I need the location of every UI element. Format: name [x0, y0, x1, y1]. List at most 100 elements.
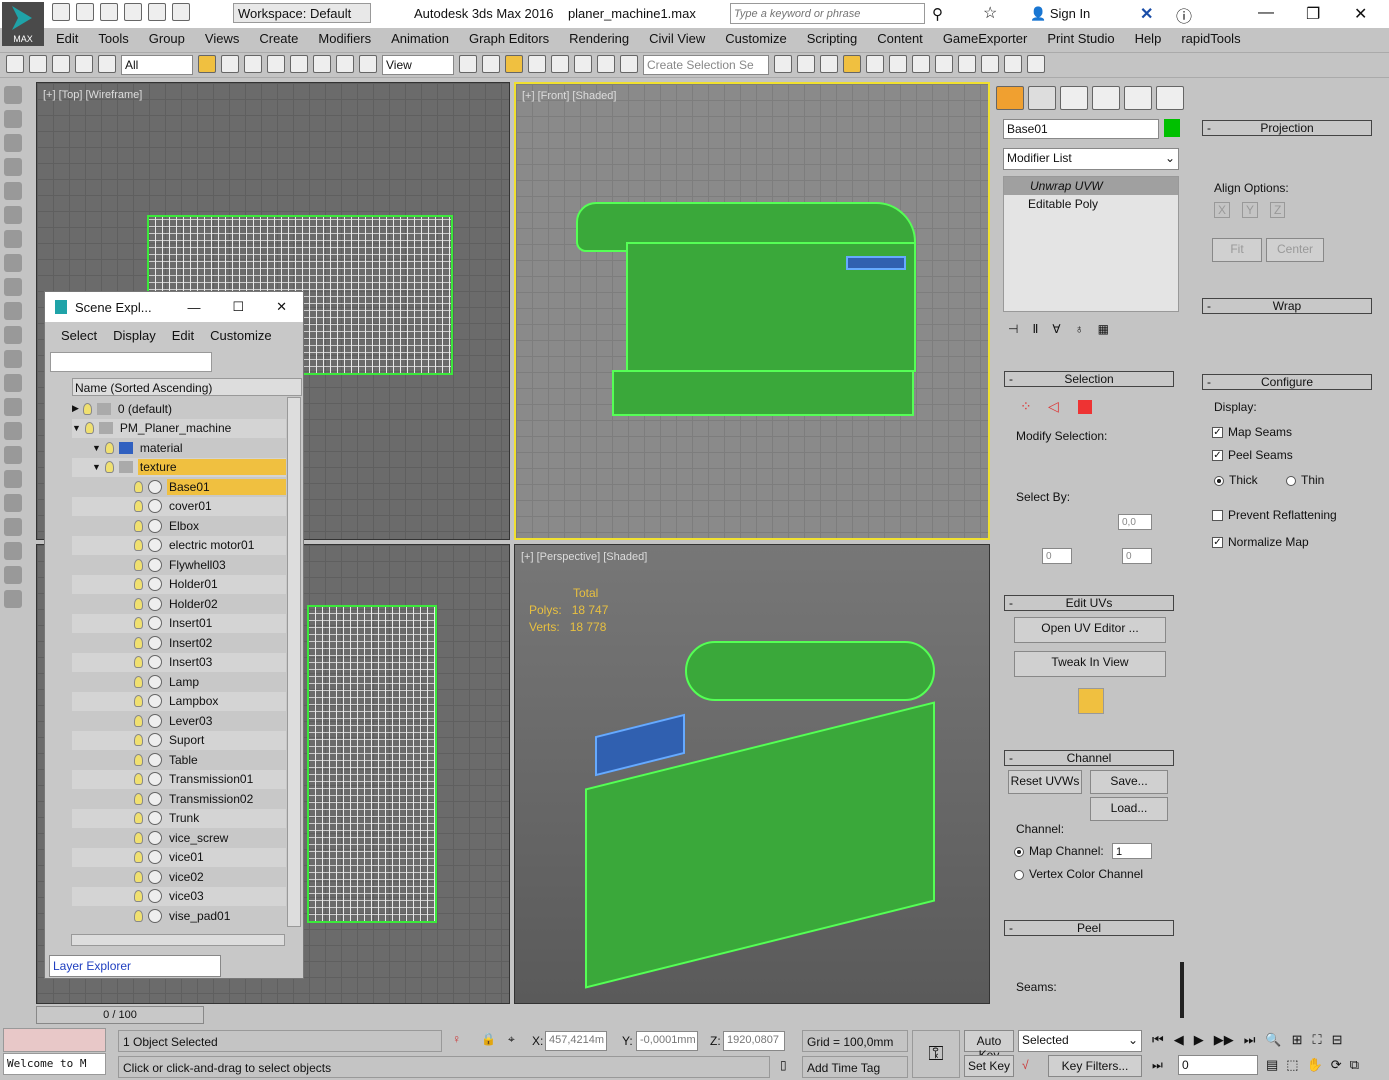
- play-icon[interactable]: ▶: [1194, 1032, 1204, 1048]
- menu-help[interactable]: Help: [1125, 28, 1172, 50]
- menu-rendering[interactable]: Rendering: [559, 28, 639, 50]
- zoom-icon[interactable]: 🔍: [1265, 1032, 1281, 1048]
- maximize-viewport-icon[interactable]: ⧉: [1350, 1057, 1359, 1073]
- help-search-input[interactable]: [730, 3, 925, 24]
- hierarchy-tab-icon[interactable]: [1060, 86, 1088, 110]
- menu-modifiers[interactable]: Modifiers: [308, 28, 381, 50]
- absolute-mode-icon[interactable]: ⌖: [508, 1032, 515, 1047]
- redo-icon[interactable]: [29, 55, 47, 73]
- visibility-bulb-icon[interactable]: [134, 617, 143, 629]
- visibility-bulb-icon[interactable]: [104, 441, 114, 454]
- rollout-selection-header[interactable]: Selection: [1004, 371, 1174, 387]
- add-time-tag-button[interactable]: Add Time Tag: [802, 1056, 908, 1078]
- scene-explorer-search-input[interactable]: [50, 352, 212, 372]
- scene-list-item[interactable]: Lampbox: [72, 691, 286, 711]
- undo-icon[interactable]: [124, 3, 142, 21]
- vertex-selection-icon[interactable]: ⁘: [1020, 398, 1032, 415]
- ring-spinner[interactable]: 0: [1122, 548, 1152, 564]
- center-button[interactable]: Center: [1266, 238, 1324, 262]
- visibility-bulb-icon[interactable]: [134, 558, 143, 571]
- scene-list-item[interactable]: Lamp: [72, 672, 286, 691]
- display-frozen-icon[interactable]: [4, 422, 22, 440]
- visibility-bulb-icon[interactable]: [82, 402, 92, 415]
- visibility-bulb-icon[interactable]: [134, 636, 143, 649]
- command-panel-scrollbar[interactable]: [1180, 962, 1184, 1018]
- scene-list-item[interactable]: Holder02: [72, 594, 286, 613]
- open-uv-editor-button[interactable]: Open UV Editor ...: [1014, 617, 1166, 643]
- angle-spinner[interactable]: 0,0: [1118, 514, 1152, 530]
- time-tag-icon[interactable]: ▯: [780, 1058, 787, 1072]
- previous-frame-icon[interactable]: ◀: [1174, 1032, 1184, 1048]
- scene-explorer-titlebar[interactable]: Scene Expl... — ☐ ✕: [45, 292, 303, 322]
- layer-manager-icon[interactable]: [820, 55, 838, 73]
- key-selection-dropdown[interactable]: Selected ⌄: [1018, 1030, 1142, 1052]
- vertex-color-channel-radio[interactable]: Vertex Color Channel: [1014, 867, 1143, 881]
- scene-list-item[interactable]: vice_screw: [72, 828, 286, 847]
- map-channel-radio[interactable]: Map Channel:: [1014, 844, 1104, 858]
- pivot-center-icon[interactable]: [459, 55, 477, 73]
- create-tab-icon[interactable]: [996, 86, 1024, 110]
- menu-customize[interactable]: Customize: [715, 28, 796, 50]
- scene-list-item[interactable]: cover01: [72, 496, 286, 516]
- display-layers-icon[interactable]: [4, 470, 22, 488]
- scene-menu-select[interactable]: Select: [61, 328, 97, 343]
- display-bones-icon[interactable]: [4, 350, 22, 368]
- menu-civil-view[interactable]: Civil View: [639, 28, 715, 50]
- visibility-bulb-icon[interactable]: [134, 870, 143, 883]
- menu-animation[interactable]: Animation: [381, 28, 459, 50]
- menu-group[interactable]: Group: [139, 28, 195, 50]
- menu-tools[interactable]: Tools: [88, 28, 138, 50]
- viewport-label[interactable]: [+] [Top] [Wireframe]: [43, 89, 142, 101]
- y-coordinate-input[interactable]: -0,0001mm: [636, 1031, 698, 1051]
- named-selection-set-dropdown[interactable]: Create Selection Se: [643, 55, 769, 75]
- display-none-icon[interactable]: [4, 86, 22, 104]
- menu-content[interactable]: Content: [867, 28, 933, 50]
- next-frame-icon[interactable]: ▶▶: [1214, 1032, 1234, 1048]
- redo-icon[interactable]: [148, 3, 166, 21]
- go-to-start-icon[interactable]: ⏮: [1152, 1032, 1164, 1048]
- save-button[interactable]: Save...: [1090, 770, 1168, 794]
- isolate-selection-icon[interactable]: ♀: [452, 1032, 461, 1046]
- visibility-bulb-icon[interactable]: [134, 597, 143, 610]
- help-icon[interactable]: ⓘ: [1176, 3, 1192, 27]
- display-tab-icon[interactable]: [1124, 86, 1152, 110]
- sync-selection-icon[interactable]: [4, 566, 22, 584]
- align-z-button[interactable]: Z: [1270, 202, 1286, 218]
- maxscript-listener-pink[interactable]: [3, 1028, 106, 1052]
- object-color-swatch[interactable]: [1164, 119, 1180, 137]
- curve-editor-icon[interactable]: [866, 55, 884, 73]
- display-cameras-icon[interactable]: [4, 230, 22, 248]
- scene-list-item[interactable]: Insert01: [72, 613, 286, 633]
- mirror-icon[interactable]: [774, 55, 792, 73]
- visibility-bulb-icon[interactable]: [134, 675, 143, 688]
- reset-uvws-button[interactable]: Reset UVWs: [1008, 770, 1082, 794]
- scene-list-item[interactable]: Holder01: [72, 574, 286, 594]
- selection-lock-icon[interactable]: 🔒: [481, 1032, 496, 1046]
- align-y-button[interactable]: Y: [1242, 202, 1259, 218]
- name-column-header[interactable]: Name (Sorted Ascending): [72, 378, 302, 396]
- go-to-end-icon[interactable]: ⏭: [1244, 1032, 1256, 1048]
- scene-list-item[interactable]: Lever03: [72, 711, 286, 730]
- close-button[interactable]: ✕: [1354, 4, 1367, 24]
- visibility-bulb-icon[interactable]: [134, 714, 143, 727]
- vertical-scrollbar[interactable]: [287, 397, 301, 927]
- scene-list-item[interactable]: Table: [72, 750, 286, 769]
- open-file-icon[interactable]: [76, 3, 94, 21]
- edge-selection-icon[interactable]: ◁: [1048, 398, 1059, 415]
- link-icon[interactable]: [52, 55, 70, 73]
- visibility-bulb-icon[interactable]: [134, 773, 143, 785]
- display-containers-icon[interactable]: [4, 374, 22, 392]
- loop-spinner[interactable]: 0: [1042, 548, 1072, 564]
- rollout-configure-header[interactable]: Configure: [1202, 374, 1372, 390]
- angle-snap-icon[interactable]: [551, 55, 569, 73]
- visibility-bulb-icon[interactable]: [134, 792, 143, 805]
- modify-tab-icon[interactable]: [1028, 86, 1056, 110]
- thick-radio[interactable]: Thick: [1214, 473, 1258, 487]
- peel-seams-checkbox[interactable]: ✓ Peel Seams: [1212, 448, 1293, 462]
- percent-snap-icon[interactable]: [574, 55, 592, 73]
- select-object-icon[interactable]: [198, 55, 216, 73]
- maximize-button[interactable]: ❐: [1306, 4, 1320, 24]
- align-icon[interactable]: [797, 55, 815, 73]
- make-unique-icon[interactable]: ∀: [1052, 322, 1060, 336]
- selection-filter-dropdown[interactable]: All: [121, 55, 193, 75]
